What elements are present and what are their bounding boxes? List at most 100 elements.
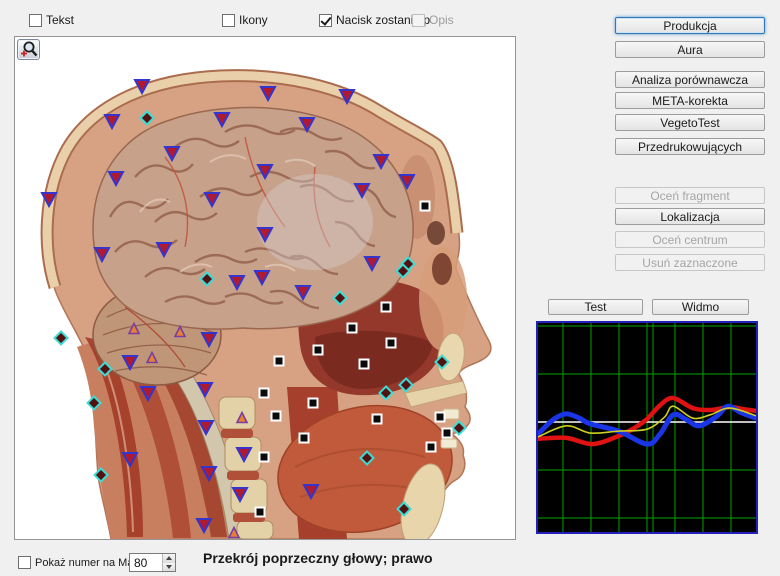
checkbox-tekst[interactable]: Tekst [29,13,74,27]
marker[interactable] [314,346,323,355]
marker[interactable] [99,363,112,376]
marker[interactable] [135,80,149,93]
lokalizacja-button[interactable]: Lokalizacja [615,208,765,225]
marker[interactable] [197,519,211,532]
marker[interactable] [275,357,284,366]
marker[interactable] [123,453,137,466]
produkcja-button[interactable]: Produkcja [615,17,765,34]
test-button[interactable]: Test [548,299,643,315]
checkbox-box [29,14,42,27]
signal-graph-canvas [538,323,756,532]
marker[interactable] [215,113,229,126]
ocen-centrum-button[interactable]: Oceń centrum [615,231,765,248]
marker-overlay [15,37,515,539]
marker[interactable] [453,422,466,435]
marker-number-input[interactable] [130,554,162,571]
marker[interactable] [198,383,212,396]
marker[interactable] [272,412,281,421]
marker[interactable] [340,90,354,103]
marker[interactable] [256,508,265,517]
magnifier-plus-icon [18,40,39,59]
marker[interactable] [229,528,239,538]
marker[interactable] [360,360,369,369]
marker[interactable] [237,413,247,423]
marker[interactable] [202,467,216,480]
marker[interactable] [309,399,318,408]
checkbox-ikony-label: Ikony [239,13,268,27]
marker[interactable] [230,276,244,289]
marker[interactable] [361,452,374,465]
marker[interactable] [400,175,414,188]
ocen-fragment-button[interactable]: Oceń fragment [615,187,765,204]
marker[interactable] [380,387,393,400]
marker[interactable] [436,413,445,422]
marker-number-spinner[interactable] [129,553,176,572]
widmo-button[interactable]: Widmo [652,299,749,315]
marker[interactable] [237,448,251,461]
marker[interactable] [443,429,452,438]
marker[interactable] [233,488,247,501]
przedrukowujacych-button[interactable]: Przedrukowujących [615,138,765,155]
marker[interactable] [123,356,137,369]
usun-zaznaczone-button[interactable]: Usuń zaznaczone [615,254,765,271]
marker[interactable] [95,248,109,261]
marker[interactable] [165,147,179,160]
spinner-down-icon[interactable] [163,563,175,572]
signal-graph [536,321,758,534]
marker[interactable] [42,193,56,206]
image-title: Przekrój poprzeczny głowy; prawo [203,550,433,566]
marker[interactable] [141,112,154,125]
marker[interactable] [304,485,318,498]
diagnostic-app-window: Tekst Ikony Nacisk zostanie p Opis [0,0,780,576]
marker[interactable] [129,324,139,334]
marker[interactable] [374,155,388,168]
marker[interactable] [387,339,396,348]
marker[interactable] [296,286,310,299]
marker[interactable] [421,202,430,211]
marker[interactable] [258,228,272,241]
meta-korekta-button[interactable]: META-korekta [615,92,765,109]
marker[interactable] [141,387,155,400]
marker[interactable] [88,397,101,410]
checkbox-ikony[interactable]: Ikony [222,13,268,27]
checkbox-opis: Opis [412,13,454,27]
marker[interactable] [398,503,411,516]
zoom-magnifier-button[interactable] [17,39,40,60]
marker[interactable] [400,379,413,392]
marker[interactable] [201,273,214,286]
marker[interactable] [202,333,216,346]
marker[interactable] [175,327,185,337]
checkbox-box [319,14,332,27]
marker[interactable] [261,87,275,100]
marker[interactable] [199,421,213,434]
marker[interactable] [55,332,68,345]
aura-button[interactable]: Aura [615,41,765,58]
marker[interactable] [427,443,436,452]
marker[interactable] [258,165,272,178]
marker[interactable] [255,271,269,284]
analiza-porownawcza-button[interactable]: Analiza porównawcza [615,71,765,88]
marker[interactable] [105,115,119,128]
spinner-up-icon[interactable] [163,554,175,563]
marker[interactable] [365,257,379,270]
marker[interactable] [157,243,171,256]
marker[interactable] [355,184,369,197]
checkbox-box [222,14,235,27]
marker[interactable] [436,356,449,369]
checkbox-opis-label: Opis [429,13,454,27]
marker[interactable] [300,434,309,443]
marker[interactable] [300,118,314,131]
marker[interactable] [205,193,219,206]
checkbox-box [412,14,425,27]
anatomy-image-viewer[interactable] [14,36,516,540]
marker[interactable] [260,453,269,462]
marker[interactable] [334,292,347,305]
marker[interactable] [260,389,269,398]
marker[interactable] [348,324,357,333]
vegetotest-button[interactable]: VegetoTest [615,114,765,131]
marker[interactable] [109,172,123,185]
marker[interactable] [147,353,157,363]
marker[interactable] [382,303,391,312]
marker[interactable] [95,469,108,482]
marker[interactable] [373,415,382,424]
